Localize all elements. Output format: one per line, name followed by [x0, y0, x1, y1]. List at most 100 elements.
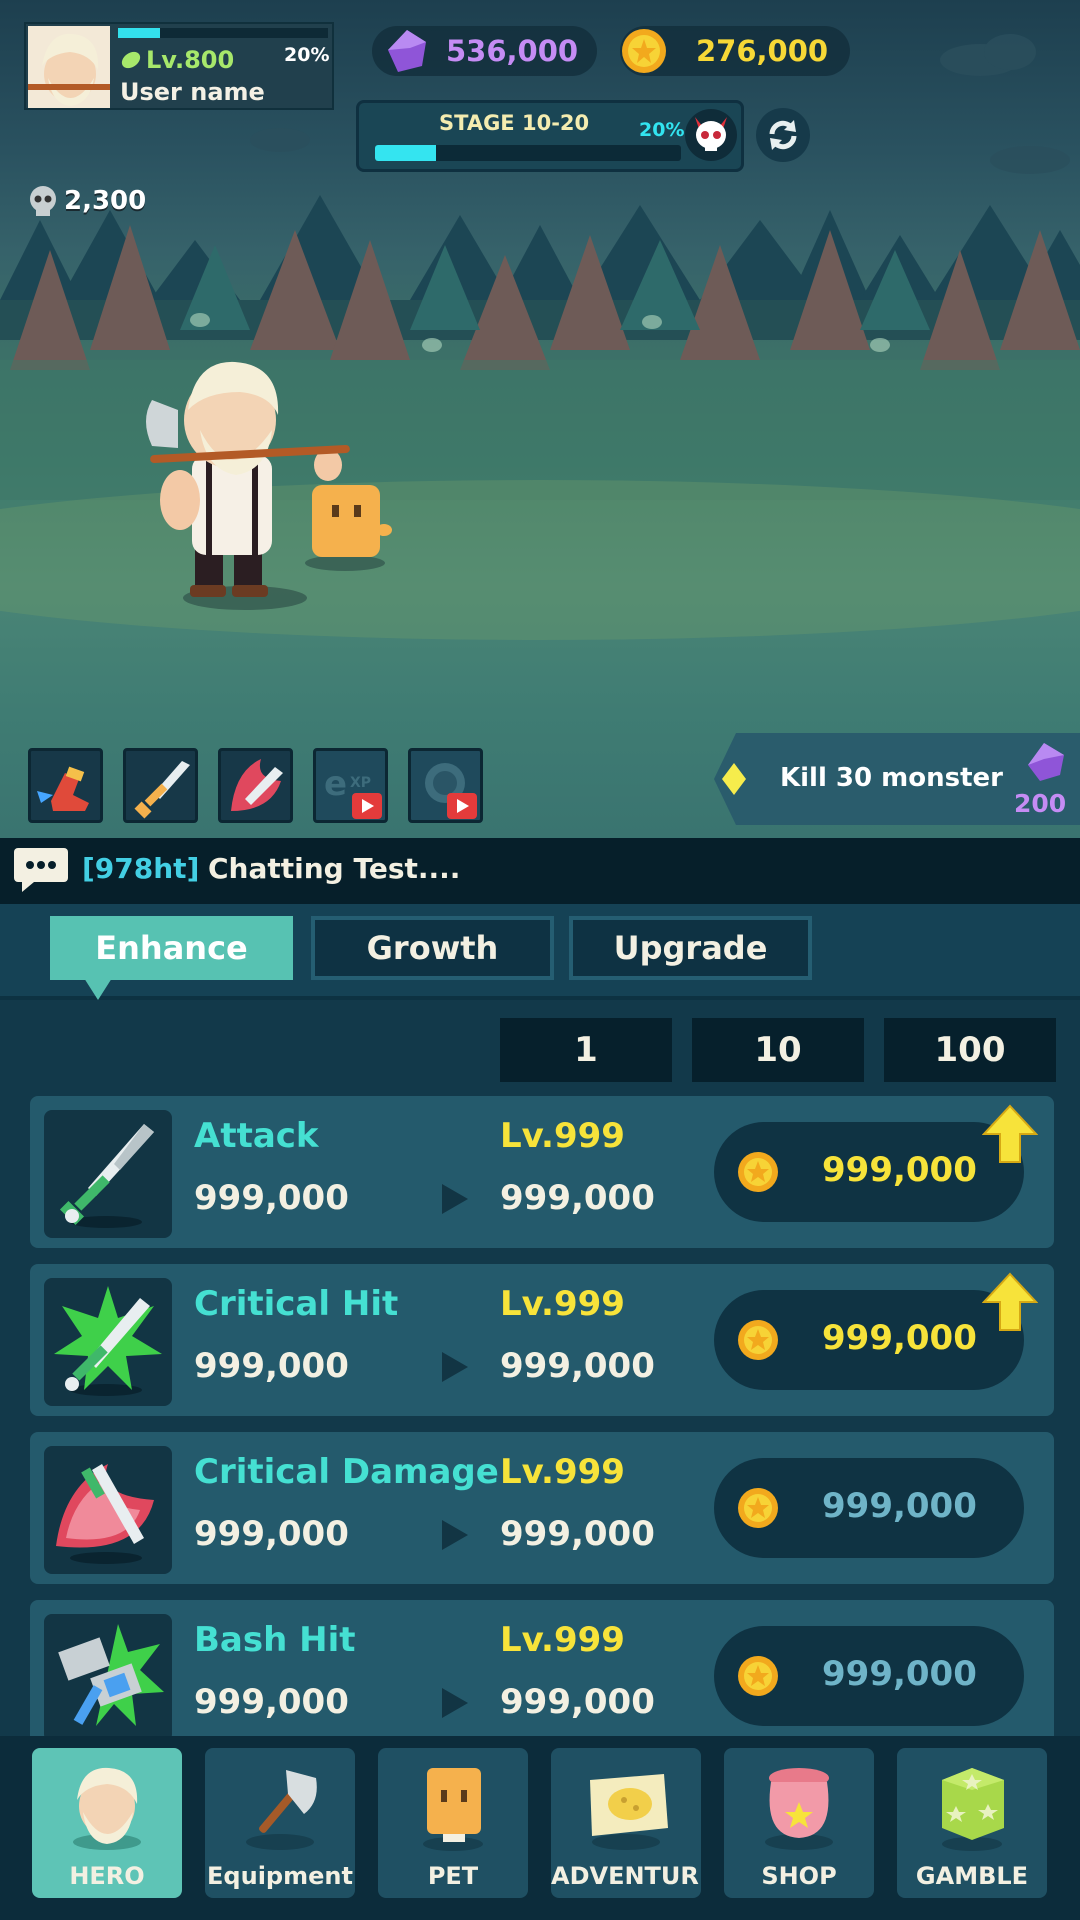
- upgrade-name: Critical Hit: [194, 1284, 399, 1324]
- upgrade-available-arrow-icon: [982, 1272, 1038, 1331]
- upgrade-available-arrow-icon: [982, 1104, 1038, 1163]
- upgrade-level: Lv.999: [500, 1620, 625, 1660]
- next-value: 999,000: [500, 1178, 655, 1218]
- upgrade-panel: Enhance Growth Upgrade 1 10 100 Attack 9…: [0, 904, 1080, 1736]
- nav-label: HERO: [69, 1862, 145, 1890]
- coin-icon: [622, 29, 666, 73]
- quest-text: Kill 30 monster: [780, 763, 1003, 793]
- nav-adventure[interactable]: ADVENTURE: [551, 1748, 701, 1898]
- coin-icon: [738, 1320, 778, 1360]
- clock-video-icon: [425, 763, 477, 819]
- quest-banner[interactable]: Kill 30 monster 200: [714, 733, 1080, 825]
- player-level: Lv.800: [120, 46, 234, 74]
- nav-shop[interactable]: SHOP: [724, 1748, 874, 1898]
- upgrade-row-attack: Attack 999,000 Lv.999 999,000 999,000: [30, 1096, 1054, 1248]
- chat-message: Chatting Test....: [208, 852, 461, 885]
- arrow-right-icon: [442, 1688, 468, 1718]
- username: User name: [120, 78, 265, 106]
- coin-pouch-icon: [765, 1768, 833, 1850]
- hero-portrait-icon: [73, 1767, 141, 1850]
- upgrade-buy-button[interactable]: 999,000: [714, 1290, 1024, 1390]
- skill-time-video[interactable]: [408, 748, 483, 823]
- flame-sword-icon: [231, 759, 283, 811]
- multiplier-1-button[interactable]: 1: [500, 1018, 672, 1082]
- multiplier-10-button[interactable]: 10: [692, 1018, 864, 1082]
- next-value: 999,000: [500, 1346, 655, 1386]
- skull-icon: [30, 186, 56, 216]
- refresh-icon: [769, 120, 797, 150]
- chat-room: [978ht]: [82, 852, 200, 885]
- gems-value: 536,000: [446, 34, 579, 68]
- level-text: Lv.800: [146, 46, 235, 74]
- upgrade-level: Lv.999: [500, 1452, 625, 1492]
- stage-percent: 20%: [639, 119, 685, 141]
- nav-gamble[interactable]: GAMBLE: [897, 1748, 1047, 1898]
- nav-pet[interactable]: PET: [378, 1748, 528, 1898]
- pet-sprite: [312, 485, 392, 557]
- player-avatar: [28, 26, 110, 108]
- nav-label: Equipment: [207, 1862, 353, 1890]
- xp-bar: [118, 28, 328, 38]
- stage-progress: STAGE 10-20 20%: [356, 100, 744, 172]
- boot-icon: [37, 766, 89, 811]
- upgrade-buy-button[interactable]: 999,000: [714, 1626, 1024, 1726]
- cost-value: 999,000: [822, 1486, 977, 1526]
- nav-equipment[interactable]: Equipment: [205, 1748, 355, 1898]
- current-value: 999,000: [194, 1346, 349, 1386]
- nav-label: PET: [427, 1862, 479, 1890]
- xp-percent: 20%: [284, 44, 330, 66]
- svg-text:e: e: [324, 764, 347, 804]
- coin-icon: [738, 1152, 778, 1192]
- skill-bar: e XP: [28, 748, 483, 823]
- coins-counter[interactable]: 276,000: [620, 26, 850, 76]
- tab-upgrade[interactable]: Upgrade: [569, 916, 812, 980]
- boss-skull-icon[interactable]: [685, 109, 737, 161]
- upgrade-name: Attack: [194, 1116, 319, 1156]
- cost-value: 999,000: [822, 1654, 977, 1694]
- exp-video-icon: e XP: [324, 764, 382, 819]
- upgrade-buy-button[interactable]: 999,000: [714, 1458, 1024, 1558]
- nav-label: GAMBLE: [915, 1862, 1029, 1890]
- sword-icon: [134, 761, 190, 819]
- tab-growth[interactable]: Growth: [311, 916, 554, 980]
- critical-hit-icon: [44, 1278, 172, 1406]
- quest-reward: 200: [1014, 789, 1067, 818]
- current-value: 999,000: [194, 1514, 349, 1554]
- refresh-button[interactable]: [756, 108, 810, 162]
- coins-value: 276,000: [696, 34, 829, 68]
- player-profile[interactable]: Lv.800 20% User name: [24, 22, 334, 110]
- treasure-map-icon: [590, 1774, 668, 1850]
- bash-hit-icon: [44, 1614, 172, 1736]
- cost-value: 999,000: [822, 1150, 977, 1190]
- multiplier-100-button[interactable]: 100: [884, 1018, 1056, 1082]
- current-value: 999,000: [194, 1178, 349, 1218]
- arrow-right-icon: [442, 1520, 468, 1550]
- tab-enhance[interactable]: Enhance: [50, 916, 293, 1000]
- nav-hero[interactable]: HERO: [32, 1748, 182, 1898]
- chat-bar[interactable]: [978ht] Chatting Test....: [0, 838, 1080, 904]
- attack-sword-icon: [44, 1110, 172, 1238]
- skill-boot-dash[interactable]: [28, 748, 103, 823]
- arrow-right-icon: [442, 1352, 468, 1382]
- current-value: 999,000: [194, 1682, 349, 1722]
- nav-label: SHOP: [761, 1862, 837, 1890]
- nav-label: ADVENTURE: [551, 1862, 701, 1890]
- bottom-nav: HERO Equipment PET ADVENTURE SHOP GAMBLE: [0, 1736, 1080, 1920]
- next-value: 999,000: [500, 1682, 655, 1722]
- arrow-right-icon: [442, 1184, 468, 1214]
- skill-sword[interactable]: [123, 748, 198, 823]
- gems-counter[interactable]: 536,000: [372, 26, 597, 76]
- upgrade-row-critical-hit: Critical Hit 999,000 Lv.999 999,000 999,…: [30, 1264, 1054, 1416]
- skill-exp-video[interactable]: e XP: [313, 748, 388, 823]
- gem-icon: [388, 30, 426, 72]
- upgrade-level: Lv.999: [500, 1116, 625, 1156]
- upgrade-buy-button[interactable]: 999,000: [714, 1122, 1024, 1222]
- upgrade-name: Critical Damage: [194, 1452, 499, 1492]
- kill-counter: 2,300: [26, 184, 146, 218]
- coin-icon: [738, 1656, 778, 1696]
- skill-critical-strike[interactable]: [218, 748, 293, 823]
- kill-count-value: 2,300: [64, 186, 147, 216]
- chat-bubble-icon: [14, 848, 68, 892]
- next-value: 999,000: [500, 1514, 655, 1554]
- upgrade-row-bash-hit: Bash Hit 999,000 Lv.999 999,000 999,000: [30, 1600, 1054, 1736]
